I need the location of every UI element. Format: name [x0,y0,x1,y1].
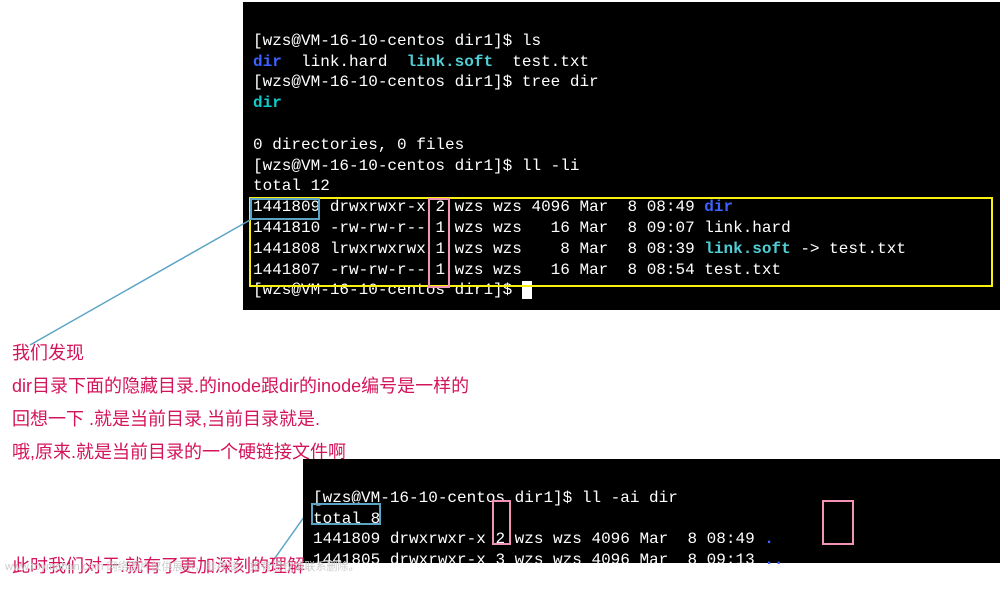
inode-3: 1441808 [253,240,320,258]
cmd-ll-ai: ll -ai dir [582,489,678,507]
inode-1: 1441809 [253,198,320,216]
total: total 8 [313,510,380,528]
rest-4: wzs wzs 16 Mar 8 08:54 test.txt [455,261,781,279]
connector-line-1 [30,220,250,345]
cmd-ls: ls [522,32,541,50]
cursor-icon [582,572,592,590]
text: test.txt [493,53,589,71]
watermark: www.toymoban.com 网络图片仅供展示，非存储，如有侵权请联系删除。 [5,558,359,574]
links-1: 2 [426,198,455,216]
perm-4: -rw-rw-r-- [320,261,426,279]
annotation-line: 我们发现 [12,340,469,367]
link-soft: link.soft [407,53,493,71]
rest-b2b: wzs wzs 4096 Mar 8 09:13 [505,551,764,569]
rest-1: wzs wzs 4096 Mar 8 08:49 [455,198,705,216]
tree-summary: 0 directories, 0 files [253,136,464,154]
prompt: [wzs@VM-16-10-centos dir1]$ [253,73,522,91]
links-4: 1 [426,261,455,279]
prompt: [wzs@VM-16-10-centos dir1]$ [253,281,522,299]
terminal-output-bottom: [wzs@VM-16-10-centos dir1]$ ll -ai dir t… [303,459,1000,563]
links-2: 1 [426,219,455,237]
text: link.hard [282,53,407,71]
arrow: -> test.txt [791,240,906,258]
links-b1: 2 [495,530,505,548]
terminal-output-top: [wzs@VM-16-10-centos dir1]$ ls dir link.… [243,2,1000,310]
cursor-icon [522,281,532,299]
total: total 12 [253,177,330,195]
perm-1: drwxrwxr-x [320,198,426,216]
inode-2: 1441810 [253,219,320,237]
inode-b1: 1441809 [313,530,380,548]
annotation-line: dir目录下面的隐藏目录.的inode跟dir的inode编号是一样的 [12,373,469,400]
prompt: [wzs@VM-16-10-centos dir1]$ [313,489,582,507]
dir-name: dir [253,53,282,71]
prompt: [wzs@VM-16-10-centos dir1]$ [253,32,522,50]
inode-4: 1441807 [253,261,320,279]
rest-b1b: wzs wzs 4096 Mar 8 08:49 [505,530,764,548]
perm-2: -rw-rw-r-- [320,219,426,237]
annotation-line: 回想一下 .就是当前目录,当前目录就是. [12,406,469,433]
rest-2: wzs wzs 16 Mar 8 09:07 link.hard [455,219,791,237]
prompt: [wzs@VM-16-10-centos dir1]$ [313,572,582,590]
cmd-ll: ll -li [522,157,580,175]
rest-3: wzs wzs 8 Mar 8 08:39 [455,240,705,258]
links-3: 1 [426,240,455,258]
rest-b1a: drwxrwxr-x [380,530,495,548]
links-b2: 3 [495,551,505,569]
annotation-block-1: 我们发现 dir目录下面的隐藏目录.的inode跟dir的inode编号是一样的… [12,340,469,466]
prompt: [wzs@VM-16-10-centos dir1]$ [253,157,522,175]
tree-dir: dir [253,94,282,112]
cmd-tree: tree dir [522,73,599,91]
name-dotdot: .. [764,551,783,569]
name-dir: dir [704,198,733,216]
perm-3: lrwxrwxrwx [320,240,426,258]
rest-b2a: drwxrwxr-x [380,551,495,569]
name-dot: . [764,530,774,548]
name-linksoft: link.soft [704,240,790,258]
